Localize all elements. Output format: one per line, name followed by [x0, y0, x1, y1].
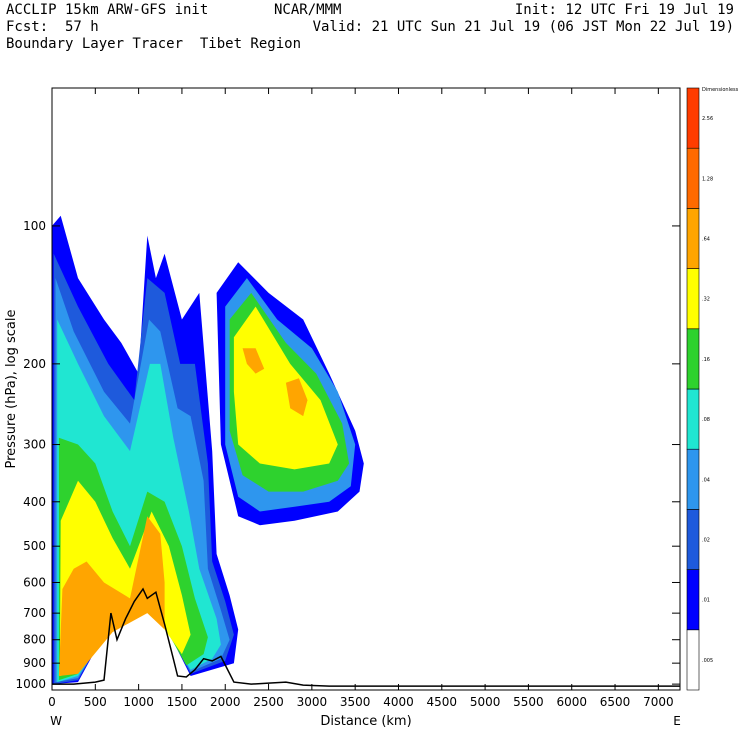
y-tick-label: 500 [23, 539, 46, 553]
colorbar-level-label: .16 [702, 357, 710, 363]
colorbar: .005 .01 .02 .04 .08 .16 .32 .64 1.28 2.56 Dimensi… [686, 87, 739, 691]
x-tick-label: 3000 [297, 695, 328, 709]
y-tick-label: 600 [23, 575, 46, 589]
colorbar-level-label: .64 [702, 237, 710, 243]
colorbar-swatch [686, 268, 700, 330]
colorbar-level-label: .005 [702, 658, 713, 664]
colorbar-swatch [686, 509, 700, 570]
colorbar-swatch [686, 208, 700, 269]
cross-section-chart: 0 500 1000 1500 2000 2500 3000 3500 4000 4500 5000… [4, 87, 739, 729]
y-tick-label: 800 [23, 633, 46, 647]
y-axis-title: Pressure (hPa), log scale [4, 310, 19, 469]
x-tick-label: 6000 [556, 695, 587, 709]
colorbar-level-label: 2.56 [702, 116, 713, 122]
x-tick-label: 1500 [167, 695, 198, 709]
x-tick-label: 0 [48, 695, 56, 709]
colorbar-swatch [686, 448, 700, 510]
colorbar-swatch [686, 328, 700, 390]
colorbar-swatch [686, 569, 700, 631]
x-tick-label: 7000 [643, 695, 674, 709]
colorbar-level-label: .04 [702, 477, 710, 483]
colorbar-swatch [686, 87, 700, 149]
x-tick-label: 500 [84, 695, 107, 709]
x-tick-label: 3500 [340, 695, 371, 709]
y-tick-label: 300 [23, 438, 46, 452]
colorbar-level-label: .32 [702, 297, 710, 303]
y-tick-label: 200 [23, 357, 46, 371]
y-tick-label: 900 [23, 656, 46, 670]
x-tick-label: 2000 [210, 695, 241, 709]
y-tick-label: 100 [23, 219, 46, 233]
x-axis-title: Distance (km) [320, 714, 411, 729]
colorbar-level-label: .08 [702, 417, 710, 423]
colorbar-swatch [686, 388, 700, 450]
x-axis-east-label: E [673, 714, 681, 728]
colorbar-unit-label: Dimensionless [702, 87, 739, 93]
y-tick-label: 400 [23, 495, 46, 509]
x-tick-label: 1000 [123, 695, 154, 709]
y-tick-label: 1000 [15, 677, 46, 691]
x-tick-label: 2500 [253, 695, 284, 709]
tracer-plume-field [52, 215, 364, 685]
x-axis-west-label: W [50, 714, 62, 728]
colorbar-swatch [686, 147, 700, 209]
x-tick-label: 5500 [513, 695, 544, 709]
x-tick-label: 4500 [427, 695, 458, 709]
colorbar-level-label: 1.28 [702, 176, 713, 182]
colorbar-level-label: .02 [702, 538, 710, 544]
colorbar-swatch [686, 629, 700, 691]
x-tick-label: 5000 [470, 695, 501, 709]
y-tick-label: 700 [23, 606, 46, 620]
x-tick-label: 4000 [383, 695, 414, 709]
colorbar-level-label: .01 [702, 598, 710, 604]
x-tick-label: 6500 [600, 695, 631, 709]
